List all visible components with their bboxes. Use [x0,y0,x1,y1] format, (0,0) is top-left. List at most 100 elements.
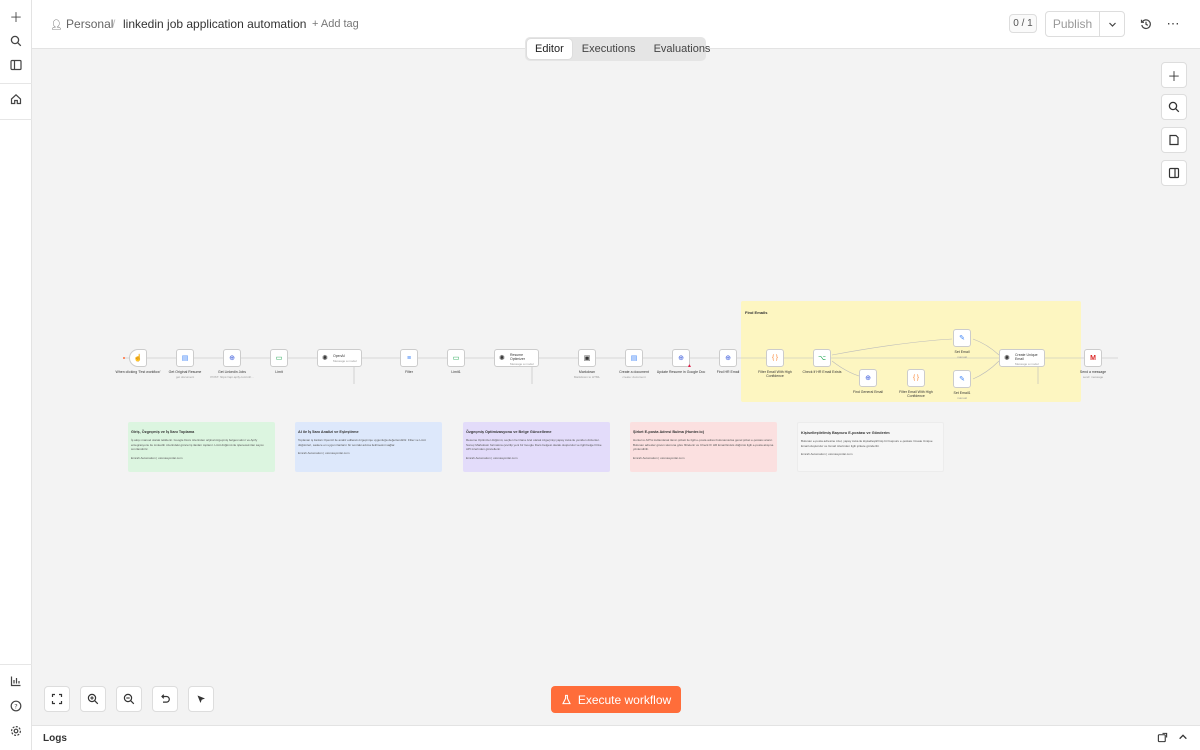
node-get-linkedin-jobs[interactable]: ⊕ [223,349,241,367]
node-sublabel: manual [957,396,967,400]
node-set-email1[interactable]: ✎ [953,370,971,388]
sticky-note[interactable]: AI ile İş İlanı Analizi ve Eşleştirme To… [295,422,442,472]
logs-panel-bar[interactable]: Logs [32,725,1200,750]
node-get-original-resume[interactable]: ▤ [176,349,194,367]
openai-icon: ✺ [1004,354,1010,362]
chevron-up-icon[interactable] [1178,732,1188,745]
user-icon: 👤︎ [50,20,63,31]
openai-icon: ✺ [499,354,505,362]
node-filter-high-confidence[interactable]: { } [766,349,784,367]
node-sublabel: Message a model [510,362,534,366]
publish-button-group: Publish [1045,11,1125,37]
edit-icon: ✎ [959,375,965,383]
node-create-unique-email[interactable]: ✺ Create Unique Email Message a model [999,349,1045,367]
markdown-icon: ▣ [583,354,591,362]
sticky-note[interactable]: Şirket E-posta Adresi Bulma (Hunter.io) … [630,422,777,472]
node-sublabel: get document [175,375,195,379]
fit-view-button[interactable] [44,686,70,712]
search-icon[interactable] [6,31,26,51]
node-label: Resume Optimizer [510,353,525,361]
chevron-down-icon[interactable] [1100,12,1124,36]
google-docs-icon: ▤ [181,354,189,362]
note-body: Hunter.io API'si kullanılarak ilanın şir… [633,438,774,451]
add-tag-button[interactable]: + Add tag [312,18,359,30]
logs-title: Logs [43,733,67,744]
workflow-canvas[interactable]: Find Emails ☝ When clicking 'Test workfl… [32,49,1200,725]
globe-icon: ⊕ [725,354,731,362]
node-filter-high-confidence-2[interactable]: { } [907,369,925,387]
home-icon[interactable] [6,89,26,109]
node-openai[interactable]: ✺ OpenAI Message a model [317,349,362,367]
node-label: Send a message [1079,370,1107,374]
cursor-sparkle-icon [197,695,205,703]
node-label: Create Unique Email [1015,353,1038,361]
zoom-out-button[interactable] [116,686,142,712]
connections [123,338,1118,384]
note-title: Özgeçmiş Optimizasyonu ve Belge Güncelle… [466,430,552,434]
sticky-note[interactable]: Özgeçmiş Optimizasyonu ve Belge Güncelle… [463,422,610,472]
execute-workflow-button[interactable]: Execute workflow [551,686,681,713]
node-markdown[interactable]: ▣ [578,349,596,367]
node-find-hr-email[interactable]: ⊕ [719,349,737,367]
breadcrumb-separator: / [112,17,116,31]
node-limit1[interactable]: ▭ [447,349,465,367]
node-resume-optimizer[interactable]: ✺ Resume Optimizer Message a model [494,349,539,367]
node-label: Find HR Email [716,370,740,374]
workflow-name[interactable]: linkedin job application automation [123,17,306,31]
node-label: Filter [405,370,413,374]
note-body: Toplanan iş ilanları OpenAI ile analiz e… [298,438,426,447]
limit-icon: ▭ [452,354,460,362]
node-find-general-email[interactable]: ⊕ [859,369,877,387]
sidebar-toggle-icon[interactable] [6,55,26,75]
node-sublabel: send: message [1082,375,1104,379]
node-label: Filter Email With High Confidence [899,390,933,399]
branch-icon: ⌥ [817,354,827,362]
popout-icon[interactable] [1157,732,1168,746]
plus-icon[interactable]: ＋ [6,6,26,26]
node-filter[interactable]: ≡ [400,349,418,367]
node-create-document[interactable]: ▤ [625,349,643,367]
node-set-email[interactable]: ✎ [953,329,971,347]
insights-icon[interactable] [6,671,26,691]
node-label: Limit [275,370,283,374]
sticky-note[interactable]: Giriş, Özgeçmiş ve İş İlanı Toplama İş a… [128,422,275,472]
node-sublabel: Message a model [333,359,357,363]
node-sublabel: Message a model [1015,362,1039,366]
edit-icon: ✎ [959,334,965,342]
gmail-icon: M [1090,354,1096,362]
note-footer: Emrah Automation | otomasyonlar.com [466,455,518,460]
node-limit[interactable]: ▭ [270,349,288,367]
node-label: Limit1 [451,370,461,374]
fit-view-icon [51,693,63,705]
tidy-up-button[interactable] [188,686,214,712]
note-title: Şirket E-posta Adresi Bulma (Hunter.io) [633,430,704,434]
sticky-note[interactable]: Kişiselleştirilmiş Başvuru E-postası ve … [797,422,944,472]
node-label: When clicking 'Test workflow' [115,370,161,374]
more-options-icon[interactable]: ⋯ [1163,14,1183,34]
flask-icon [561,694,571,705]
note-footer: Emrah Automation | otomasyonlar.com [633,455,685,460]
node-manual-trigger[interactable]: ☝ [129,349,147,367]
node-update-resume[interactable]: ⊕ ▲ [672,349,692,369]
help-icon[interactable]: ? [6,696,26,716]
node-check-hr-email[interactable]: ⌥ [813,349,831,367]
settings-icon[interactable] [6,721,26,741]
node-label: Update Resume in Google Doc [656,370,706,374]
zoom-in-button[interactable] [80,686,106,712]
history-icon[interactable] [1136,14,1156,34]
node-label: Get Original Resume [168,370,202,374]
globe-icon: ⊕ [865,374,871,382]
version-counter: 0 / 1 [1009,14,1037,33]
note-body: İş akışı manuel olarak tetiklenir. Googl… [131,438,264,451]
note-footer: Emrah Automation | otomasyonlar.com [298,451,350,455]
node-label: Create a document [619,370,649,374]
node-label: Check If HR Email Exists [802,370,842,374]
node-label: Filter Email With High Confidence [758,370,792,379]
undo-button[interactable] [152,686,178,712]
publish-button[interactable]: Publish [1046,12,1100,36]
zoom-out-icon [123,693,135,705]
globe-icon: ⊕ [678,354,684,362]
node-send-message[interactable]: M [1084,349,1102,367]
project-breadcrumb[interactable]: 👤︎ Personal [50,17,113,31]
node-sublabel: Markdown to HTML [573,375,601,379]
